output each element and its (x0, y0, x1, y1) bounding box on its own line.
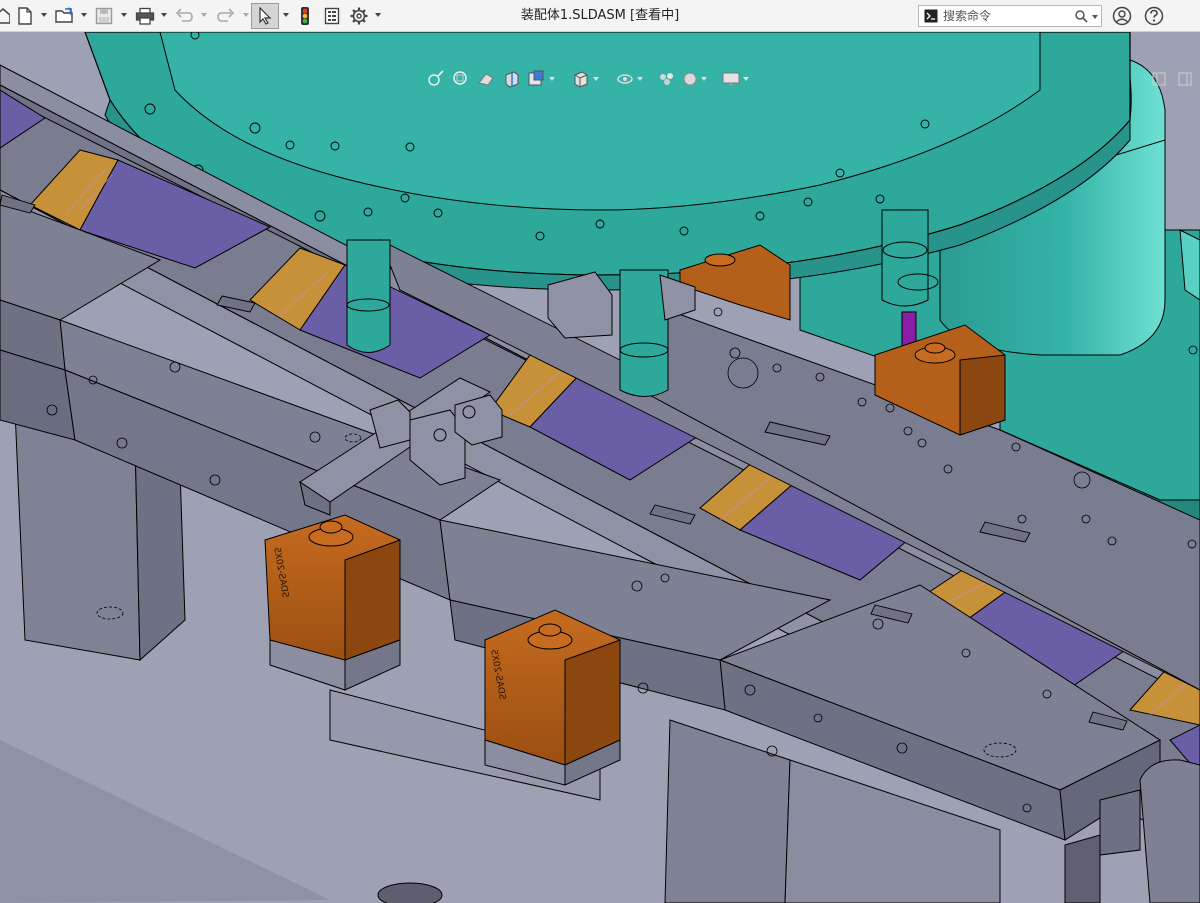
redo-dropdown-caret-icon[interactable] (242, 10, 250, 20)
options-dropdown-caret-icon[interactable] (374, 10, 382, 20)
apply-scene-icon[interactable] (680, 69, 700, 89)
zoom-to-fit-icon[interactable] (426, 69, 446, 89)
hide-show-items-icon[interactable] (614, 69, 636, 89)
zoom-to-area-icon[interactable] (450, 69, 472, 89)
view-orientation-icon[interactable] (526, 69, 548, 89)
dropdown-caret-icon[interactable] (636, 74, 644, 84)
dropdown-caret-icon[interactable] (548, 74, 556, 84)
print-button[interactable] (132, 4, 158, 28)
collapse-panel-icon[interactable] (1152, 72, 1166, 86)
options-button[interactable] (348, 4, 370, 28)
dropdown-caret-icon[interactable] (742, 74, 750, 84)
new-document-button[interactable] (14, 4, 36, 28)
assembly-model-view[interactable]: SDAS-20X5 SDAS-20X5 (0, 32, 1200, 903)
home-icon (0, 8, 10, 24)
new-dropdown-caret-icon[interactable] (40, 10, 48, 20)
display-style-icon[interactable] (570, 69, 592, 89)
properties-icon (324, 7, 340, 25)
undo-dropdown-caret-icon[interactable] (200, 10, 208, 20)
user-account-icon (1112, 6, 1132, 26)
save-icon (95, 7, 113, 25)
section-view-icon[interactable] (502, 69, 522, 89)
select-dropdown-caret-icon[interactable] (282, 10, 290, 20)
print-dropdown-caret-icon[interactable] (160, 10, 168, 20)
dropdown-caret-icon[interactable] (700, 74, 708, 84)
undo-icon (175, 8, 193, 22)
account-button[interactable] (1110, 4, 1134, 28)
new-document-icon (18, 7, 32, 25)
search-icon[interactable] (1075, 10, 1088, 23)
open-button[interactable] (52, 4, 78, 28)
search-dropdown-caret-icon[interactable] (1091, 12, 1099, 22)
help-button[interactable] (1142, 4, 1166, 28)
air-cylinder-front-2: SDAS-20X5 (484, 609, 621, 786)
save-dropdown-caret-icon[interactable] (120, 10, 128, 20)
undo-button[interactable] (172, 4, 196, 28)
graphics-viewport[interactable]: SDAS-20X5 SDAS-20X5 (0, 32, 1200, 903)
traffic-light-icon (301, 7, 309, 25)
redo-icon (217, 8, 235, 22)
previous-view-icon[interactable] (476, 69, 498, 89)
save-button[interactable] (92, 4, 116, 28)
open-folder-icon (55, 7, 73, 23)
select-pointer-icon (259, 7, 272, 25)
print-icon (135, 7, 155, 25)
edit-appearance-icon[interactable] (656, 69, 678, 89)
command-prompt-icon (924, 9, 938, 23)
redo-button[interactable] (214, 4, 238, 28)
view-settings-monitor-icon[interactable] (720, 69, 742, 89)
title-bar: 装配体1.SLDASM [查看中] (0, 0, 1200, 32)
gear-icon (350, 7, 368, 25)
select-button[interactable] (251, 3, 279, 29)
rebuild-button[interactable] (296, 4, 314, 28)
dropdown-caret-icon[interactable] (592, 74, 600, 84)
search-box[interactable] (918, 5, 1102, 27)
home-button[interactable] (0, 4, 10, 28)
air-cylinder-front-1: SDAS-20X5 (264, 514, 401, 691)
search-input[interactable] (943, 7, 1073, 25)
restore-panel-icon[interactable] (1178, 72, 1192, 86)
help-icon (1144, 6, 1164, 26)
heads-up-view-toolbar (426, 68, 750, 90)
open-dropdown-caret-icon[interactable] (80, 10, 88, 20)
file-properties-button[interactable] (321, 4, 343, 28)
